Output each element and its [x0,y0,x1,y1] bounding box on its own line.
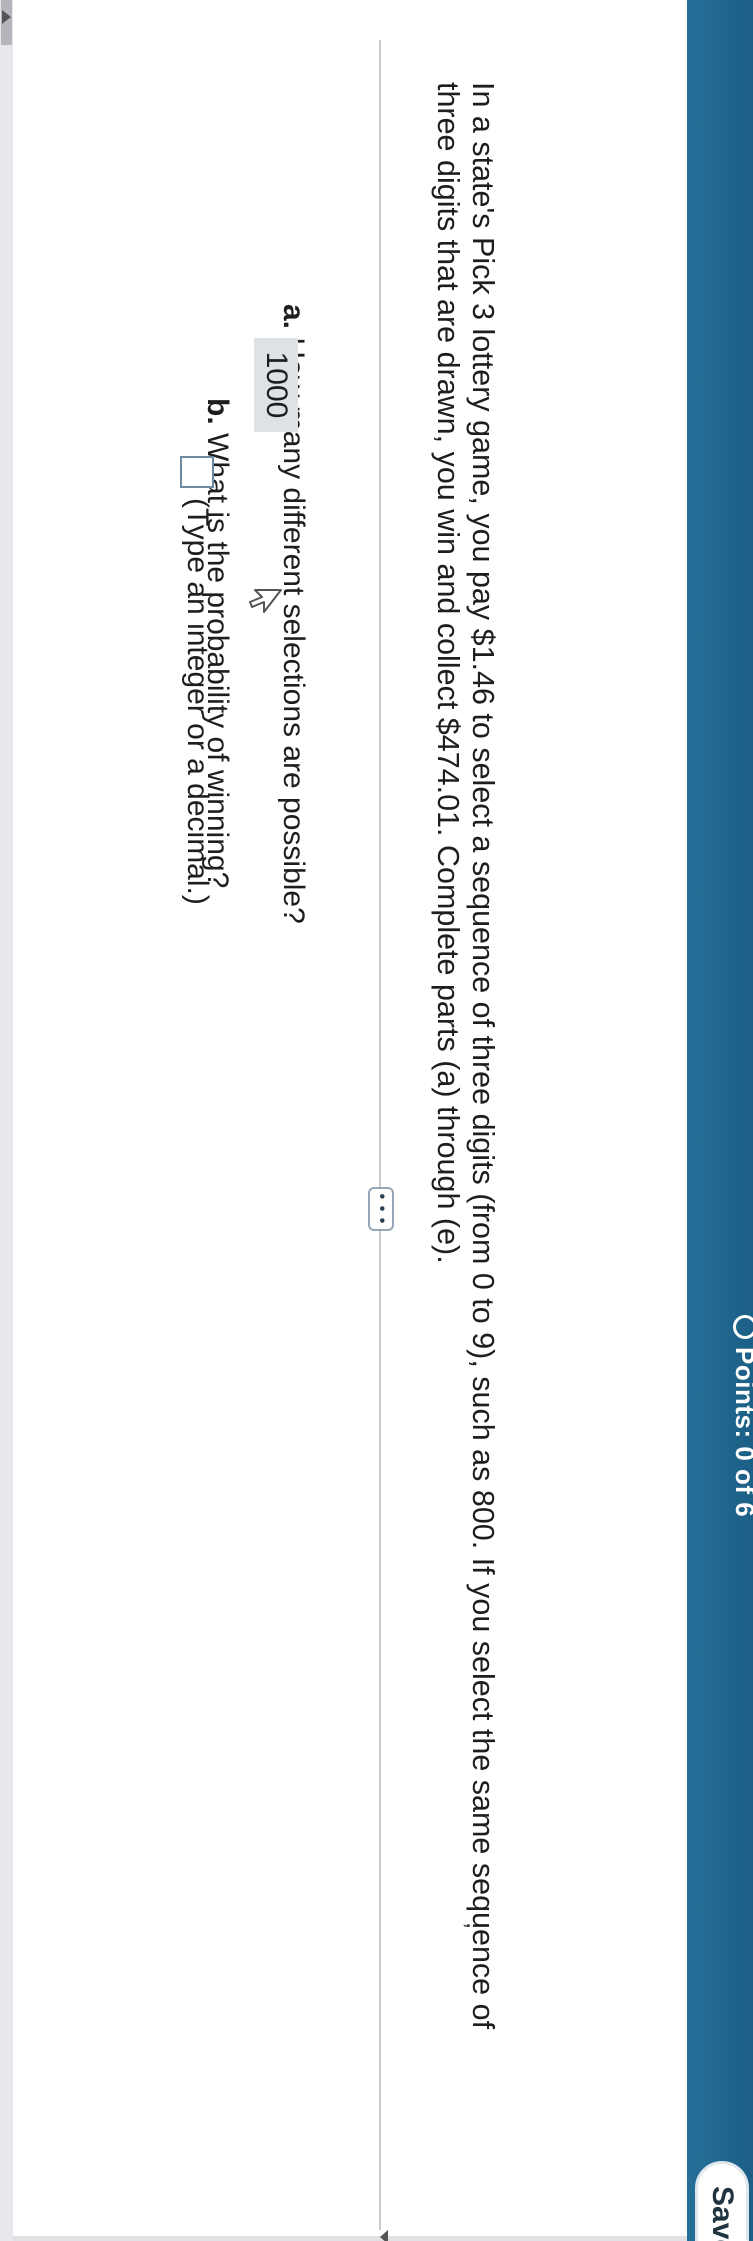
circle-icon [733,1315,753,1339]
stray-mark: , [461,1922,491,1930]
problem-window: Points: 0 of 6 Save In a state's Pick 3 … [0,0,753,2241]
left-arrow-icon[interactable] [733,2234,749,2241]
divider [379,40,381,2230]
part-b-answer-input[interactable] [180,456,214,488]
part-b-letter: b. [201,398,234,425]
more-button[interactable]: • • • [368,1187,394,1231]
side-gutter [13,2236,687,2241]
scroll-arrow-icon[interactable] [2,10,11,24]
question-text: In a state's Pick 3 lottery game, you pa… [431,82,500,2030]
part-a-answer[interactable]: 1000 [254,338,298,432]
mouse-pointer-icon [249,589,282,613]
part-a-letter: a. [277,304,310,330]
part-b-answer-row: (Type an integer or a decimal.) [180,456,214,905]
save-button[interactable]: Save [695,2161,749,2241]
horizontal-scrollbar[interactable] [0,0,13,2241]
expand-arrow-icon[interactable] [380,2230,388,2241]
part-b-hint: (Type an integer or a decimal.) [181,498,214,905]
points-label: Points: 0 of 6 [730,1347,753,1517]
header-bar: Points: 0 of 6 Save [687,0,753,2241]
points-indicator: Points: 0 of 6 [725,1315,753,1517]
